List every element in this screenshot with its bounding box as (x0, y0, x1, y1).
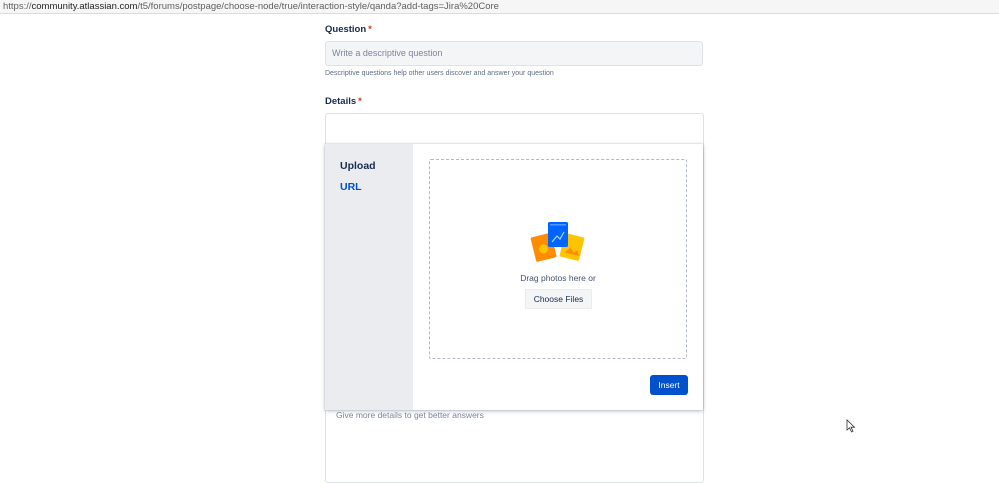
details-label: Details * (325, 96, 362, 107)
address-bar[interactable]: https://community.atlassian.com/t5/forum… (0, 0, 999, 14)
required-mark: * (358, 96, 362, 107)
photo-stack-icon (530, 222, 585, 262)
drag-photos-text: Drag photos here or (520, 273, 596, 283)
url-prefix: https:// (3, 1, 32, 12)
insert-button[interactable]: Insert (650, 375, 688, 395)
question-label-text: Question (325, 24, 367, 35)
choose-files-button[interactable]: Choose Files (525, 289, 592, 309)
required-mark: * (368, 24, 372, 35)
details-label-text: Details (325, 96, 357, 107)
tab-url[interactable]: URL (340, 181, 362, 193)
question-placeholder: Write a descriptive question (332, 48, 443, 58)
mouse-cursor-icon (846, 419, 856, 433)
question-helper-text: Descriptive questions help other users d… (325, 70, 554, 77)
upload-dialog-sidebar: Upload URL (325, 144, 413, 410)
url-path: /t5/forums/postpage/choose-node/true/int… (137, 1, 499, 12)
question-label: Question * (325, 24, 372, 35)
question-input[interactable]: Write a descriptive question (325, 41, 703, 66)
image-upload-dialog: Upload URL Drag photos here or Choose Fi… (325, 144, 703, 410)
tab-upload[interactable]: Upload (340, 160, 376, 172)
file-drop-zone[interactable]: Drag photos here or Choose Files (429, 159, 687, 359)
url-host: community.atlassian.com (31, 1, 138, 12)
details-placeholder: Give more details to get better answers (336, 410, 484, 420)
